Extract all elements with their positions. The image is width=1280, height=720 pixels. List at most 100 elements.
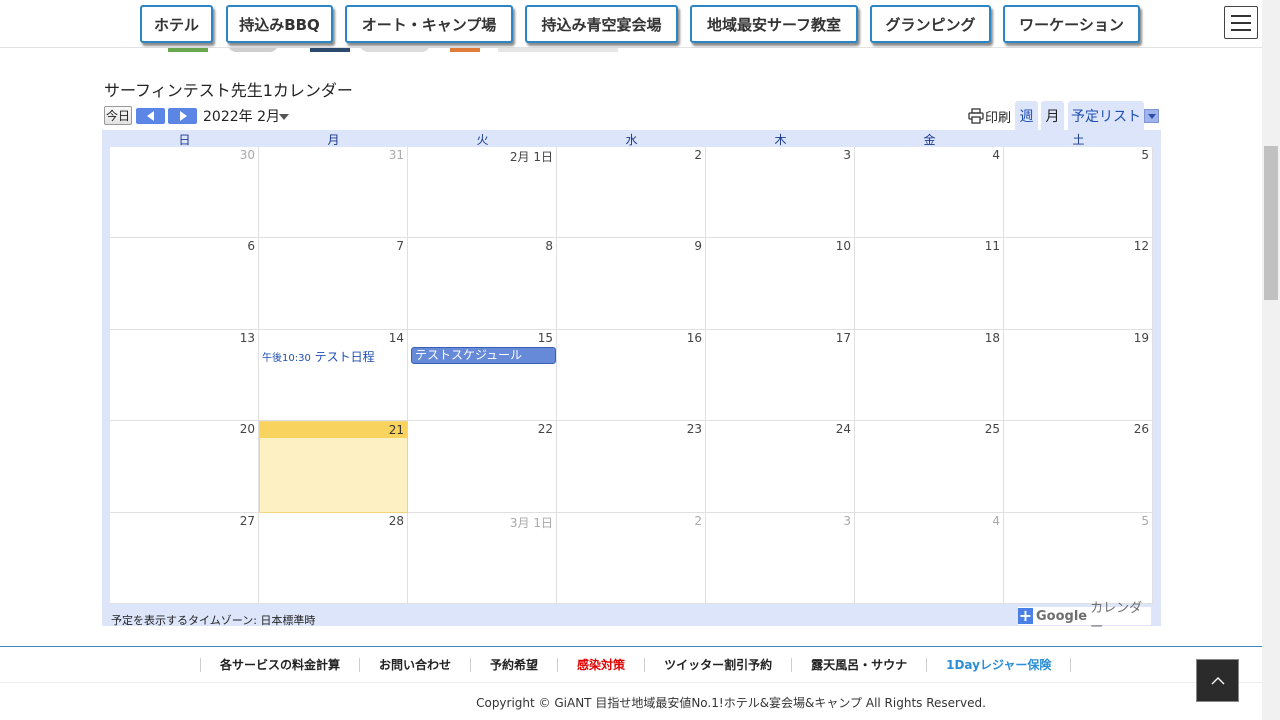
- calendar-day-cell[interactable]: 2月 1日: [408, 147, 557, 239]
- day-cell-header: 27: [110, 512, 258, 529]
- calendar-day-cell[interactable]: 13: [110, 329, 259, 422]
- date-number: 23: [686, 422, 702, 437]
- today-button[interactable]: 今日: [104, 106, 132, 125]
- nav-banquet-button[interactable]: 持込み青空宴会場: [525, 5, 678, 43]
- calendar-day-cell[interactable]: 3: [706, 512, 855, 604]
- day-cell-header: 24: [706, 421, 854, 438]
- calendar-day-cell[interactable]: 3: [706, 147, 855, 239]
- agenda-dropdown-button[interactable]: [1144, 109, 1159, 123]
- date-number: 2: [694, 148, 702, 162]
- page-scrollbar[interactable]: [1262, 0, 1280, 720]
- printer-icon[interactable]: [968, 108, 984, 124]
- day-header: 木: [774, 133, 787, 147]
- date-number: 12: [1133, 239, 1149, 254]
- calendar-day-cell-today[interactable]: 21: [259, 421, 408, 513]
- day-cell-header: 3: [706, 512, 854, 529]
- calendar-day-cell[interactable]: 30: [110, 147, 259, 239]
- calendar-day-cell[interactable]: 23: [557, 421, 706, 513]
- calendar-day-cell[interactable]: 2: [557, 512, 706, 604]
- day-cell-header: 31: [259, 147, 407, 163]
- google-calendar-add-button[interactable]: + Google カレンダー: [1018, 601, 1151, 635]
- back-to-top-button[interactable]: [1196, 659, 1239, 702]
- calendar-day-cell[interactable]: 18: [855, 329, 1004, 422]
- arrow-left-icon: [146, 111, 154, 121]
- date-number: 5: [1141, 148, 1149, 162]
- calendar-day-cell[interactable]: 10: [706, 238, 855, 330]
- tab-week[interactable]: 週: [1015, 101, 1038, 130]
- calendar-day-cell[interactable]: 31: [259, 147, 408, 239]
- calendar-day-cell[interactable]: 26: [1004, 421, 1153, 513]
- day-header: 日: [178, 133, 191, 147]
- month-dropdown-caret-icon[interactable]: [279, 114, 289, 120]
- tab-agenda[interactable]: 予定リスト: [1068, 101, 1144, 130]
- scrollbar-thumb[interactable]: [1264, 146, 1278, 300]
- calendar-day-cell[interactable]: 25: [855, 421, 1004, 513]
- plus-icon: +: [1018, 606, 1033, 625]
- next-month-button[interactable]: [168, 108, 197, 124]
- calendar-day-cell[interactable]: 28: [259, 512, 408, 604]
- calendar-day-cell[interactable]: 4: [855, 147, 1004, 239]
- day-cell-header: 15: [408, 329, 556, 346]
- date-number: 3月 1日: [509, 515, 553, 530]
- nav-hotel-button[interactable]: ホテル: [140, 5, 213, 43]
- day-cell-header: 2月 1日: [408, 147, 556, 164]
- calendar-day-cell[interactable]: 6: [110, 238, 259, 330]
- nav-campsite-button[interactable]: オート・キャンプ場: [345, 5, 513, 43]
- top-navigation: ホテル 持込みBBQ オート・キャンプ場 持込み青空宴会場 地域最安サーフ教室 …: [0, 0, 1262, 48]
- calendar-day-cell[interactable]: 9: [557, 238, 706, 330]
- date-number: 18: [984, 330, 1000, 345]
- calendar-day-cell[interactable]: 14: [259, 329, 408, 422]
- event-block[interactable]: テストスケジュール: [411, 347, 556, 364]
- calendar-day-cell[interactable]: 24: [706, 421, 855, 513]
- calendar-day-cell[interactable]: 19: [1004, 329, 1153, 422]
- calendar-day-cell[interactable]: 22: [408, 421, 557, 513]
- date-number: 9: [694, 239, 702, 254]
- hamburger-menu-icon[interactable]: [1224, 6, 1258, 39]
- date-number: 31: [388, 148, 404, 162]
- footer-link[interactable]: 1Dayレジャー保険: [926, 658, 1072, 672]
- calendar-day-cell[interactable]: 8: [408, 238, 557, 330]
- day-cell-header: 4: [855, 512, 1003, 529]
- calendar-day-cell[interactable]: 12: [1004, 238, 1153, 330]
- calendar-day-cell[interactable]: 4: [855, 512, 1004, 604]
- tab-month[interactable]: 月: [1041, 101, 1064, 130]
- calendar-day-cell[interactable]: 5: [1004, 512, 1153, 604]
- nav-bbq-button[interactable]: 持込みBBQ: [226, 5, 333, 43]
- date-number: 15: [537, 330, 553, 345]
- calendar-day-cell[interactable]: 7: [259, 238, 408, 330]
- nav-surf-school-button[interactable]: 地域最安サーフ教室: [690, 5, 858, 43]
- calendar-day-cell[interactable]: 3月 1日: [408, 512, 557, 604]
- calendar-day-cell[interactable]: 15: [408, 329, 557, 422]
- nav-glamping-button[interactable]: グランピング: [870, 5, 991, 43]
- footer-link[interactable]: 予約希望: [470, 658, 557, 672]
- calendar-day-cell[interactable]: 20: [110, 421, 259, 513]
- date-number: 20: [239, 422, 255, 437]
- date-number: 26: [1133, 422, 1149, 437]
- footer-link[interactable]: 感染対策: [557, 658, 644, 672]
- date-number: 2月 1日: [509, 150, 553, 164]
- footer-links: 各サービスの料金計算 お問い合わせ 予約希望 感染対策 ツイッター割引予約 露天風呂・サウ…: [200, 656, 1072, 674]
- footer-link[interactable]: お問い合わせ: [359, 658, 470, 672]
- date-number: 24: [835, 422, 851, 437]
- print-link[interactable]: 印刷: [985, 107, 1011, 126]
- day-header: 水: [625, 133, 638, 147]
- footer-link[interactable]: 露天風呂・サウナ: [791, 658, 926, 672]
- calendar-day-cell[interactable]: 27: [110, 512, 259, 604]
- calendar-logo-text: カレンダー: [1090, 601, 1143, 635]
- footer-link[interactable]: 各サービスの料金計算: [200, 658, 359, 672]
- google-logo-text: Google: [1035, 608, 1088, 624]
- arrow-right-icon: [179, 111, 187, 121]
- calendar-day-cell[interactable]: 17: [706, 329, 855, 422]
- calendar-day-cell[interactable]: 2: [557, 147, 706, 239]
- calendar-day-cell[interactable]: 11: [855, 238, 1004, 330]
- footer-separator: [0, 682, 1262, 683]
- event-entry[interactable]: 午後10:30 テスト日程: [262, 348, 375, 365]
- day-cell-header: 3月 1日: [408, 512, 556, 530]
- footer-link[interactable]: ツイッター割引予約: [644, 658, 791, 672]
- day-cell-header: 25: [855, 421, 1003, 438]
- calendar-day-cell[interactable]: 5: [1004, 147, 1153, 239]
- date-number: 19: [1133, 330, 1149, 345]
- calendar-day-cell[interactable]: 16: [557, 329, 706, 422]
- prev-month-button[interactable]: [136, 108, 165, 124]
- nav-workation-button[interactable]: ワーケーション: [1003, 5, 1140, 43]
